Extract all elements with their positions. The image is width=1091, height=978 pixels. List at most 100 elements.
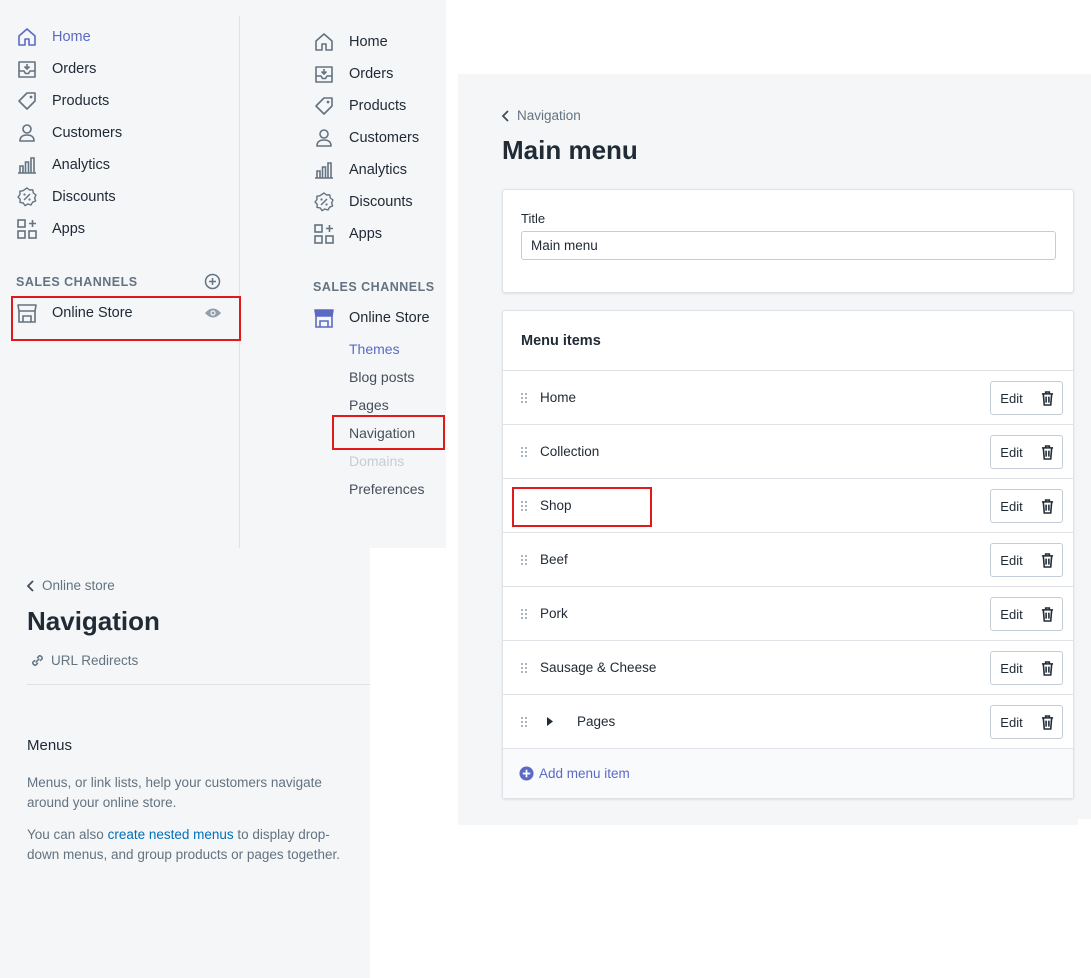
url-redirects-link[interactable]: URL Redirects (29, 652, 138, 669)
add-sales-channel-icon[interactable] (204, 273, 221, 290)
orders-icon (16, 58, 38, 80)
menu-item-row: Collection Edit (503, 424, 1073, 478)
menu-item-label: Pork (540, 606, 568, 621)
menu-item-label: Home (540, 390, 577, 405)
menu-item-row: Sausage & Cheese Edit (503, 640, 1073, 694)
edit-button[interactable]: Edit (990, 651, 1033, 685)
menu-item-label: Pages (577, 714, 616, 729)
menu-items-card: Menu items Home Edit Collection Edit Sho… (502, 310, 1074, 799)
menus-description: Menus, or link lists, help your customer… (27, 775, 322, 810)
back-link-label: Online store (42, 578, 115, 593)
drag-handle-icon[interactable] (521, 663, 527, 673)
delete-button[interactable] (1032, 489, 1063, 523)
drag-handle-icon[interactable] (521, 555, 527, 565)
caret-right-icon[interactable] (547, 717, 553, 726)
trash-icon (1041, 714, 1053, 730)
page-title: Navigation (27, 606, 160, 636)
menu-item-label: Sausage & Cheese (540, 660, 657, 675)
tag-icon (16, 90, 38, 112)
bar-chart-icon (313, 159, 335, 181)
trash-icon (1041, 444, 1053, 460)
bar-chart-icon (16, 154, 38, 176)
create-nested-menus-link[interactable]: create nested menus (108, 827, 234, 842)
back-to-online-store-link[interactable]: Online store (26, 578, 115, 593)
sidebar-item-label: Products (52, 93, 110, 109)
edit-button[interactable]: Edit (990, 543, 1033, 577)
home-icon (16, 26, 38, 48)
sidebar-subitem-pages[interactable]: Pages (349, 397, 389, 413)
sidebar-item-label: Analytics (52, 157, 111, 173)
add-menu-item-button[interactable]: Add menu item (519, 766, 630, 781)
sidebar-item-label: Customers (349, 130, 420, 146)
sidebar-item-label: Home (349, 34, 388, 50)
drag-handle-icon[interactable] (521, 609, 527, 619)
delete-button[interactable] (1032, 381, 1063, 415)
trash-icon (1041, 390, 1053, 406)
sidebar-item-label: Orders (52, 61, 97, 77)
discount-icon (16, 186, 38, 208)
title-field-label: Title (521, 211, 546, 226)
menu-item-row: Pages Edit (503, 694, 1073, 748)
sidebar-subitem-themes[interactable]: Themes (349, 341, 400, 357)
apps-icon (313, 223, 335, 245)
store-icon (313, 307, 335, 329)
nested-prefix: You can also (27, 827, 108, 842)
add-menu-item-label: Add menu item (539, 766, 630, 781)
drag-handle-icon[interactable] (521, 447, 527, 457)
sidebar-subitem-preferences[interactable]: Preferences (349, 481, 424, 497)
highlight-navigation (332, 415, 445, 450)
user-icon (313, 127, 335, 149)
menu-items-heading: Menu items (521, 333, 601, 349)
trash-icon (1041, 606, 1053, 622)
url-redirects-label: URL Redirects (51, 653, 139, 668)
sidebar-item-label: Products (349, 98, 407, 114)
nested-menus-description: You can also create nested menus to disp… (27, 825, 349, 865)
back-to-navigation-link[interactable]: Navigation (501, 108, 581, 123)
sidebar-item-label: Analytics (349, 162, 408, 178)
sales-channels-heading: SALES CHANNELS (313, 280, 435, 294)
edit-button[interactable]: Edit (990, 705, 1033, 739)
menu-item-label: Beef (540, 552, 568, 567)
delete-button[interactable] (1032, 651, 1063, 685)
drag-handle-icon[interactable] (521, 717, 527, 727)
edit-button[interactable]: Edit (990, 381, 1033, 415)
sidebar-item-label: Discounts (349, 194, 413, 210)
delete-button[interactable] (1032, 543, 1063, 577)
menu-item-label: Collection (540, 444, 600, 459)
menu-item-row: Pork Edit (503, 586, 1073, 640)
section-divider (27, 684, 370, 685)
sidebar-item-label: Home (52, 29, 91, 45)
discount-icon (313, 191, 335, 213)
sidebar-subitem-blog-posts[interactable]: Blog posts (349, 369, 414, 385)
menus-heading: Menus (27, 737, 73, 754)
back-link-label: Navigation (517, 108, 581, 123)
title-card: Title (502, 189, 1074, 293)
main-menu-panel-edge (1078, 74, 1091, 819)
title-input[interactable] (521, 231, 1056, 260)
sidebar-item-label: Apps (349, 226, 383, 242)
trash-icon (1041, 552, 1053, 568)
delete-button[interactable] (1032, 705, 1063, 739)
sidebar-item-label: Orders (349, 66, 394, 82)
highlight-online-store (11, 296, 241, 341)
delete-button[interactable] (1032, 435, 1063, 469)
sidebar-subitem-domains[interactable]: Domains (349, 453, 404, 469)
chevron-left-icon (26, 579, 34, 592)
apps-icon (16, 218, 38, 240)
edit-button[interactable]: Edit (990, 489, 1033, 523)
home-icon (313, 31, 335, 53)
user-icon (16, 122, 38, 144)
sidebar-item-label: Online Store (349, 310, 430, 326)
drag-handle-icon[interactable] (521, 393, 527, 403)
edit-button[interactable]: Edit (990, 597, 1033, 631)
sidebar-panel-secondary (240, 0, 446, 548)
sidebar-item-label: Discounts (52, 189, 116, 205)
plus-circle-icon (519, 766, 534, 781)
edit-button[interactable]: Edit (990, 435, 1033, 469)
menu-items-footer: Add menu item (503, 748, 1073, 798)
delete-button[interactable] (1032, 597, 1063, 631)
menu-item-row: Beef Edit (503, 532, 1073, 586)
trash-icon (1041, 660, 1053, 676)
sidebar-item-label: Apps (52, 221, 86, 237)
orders-icon (313, 63, 335, 85)
